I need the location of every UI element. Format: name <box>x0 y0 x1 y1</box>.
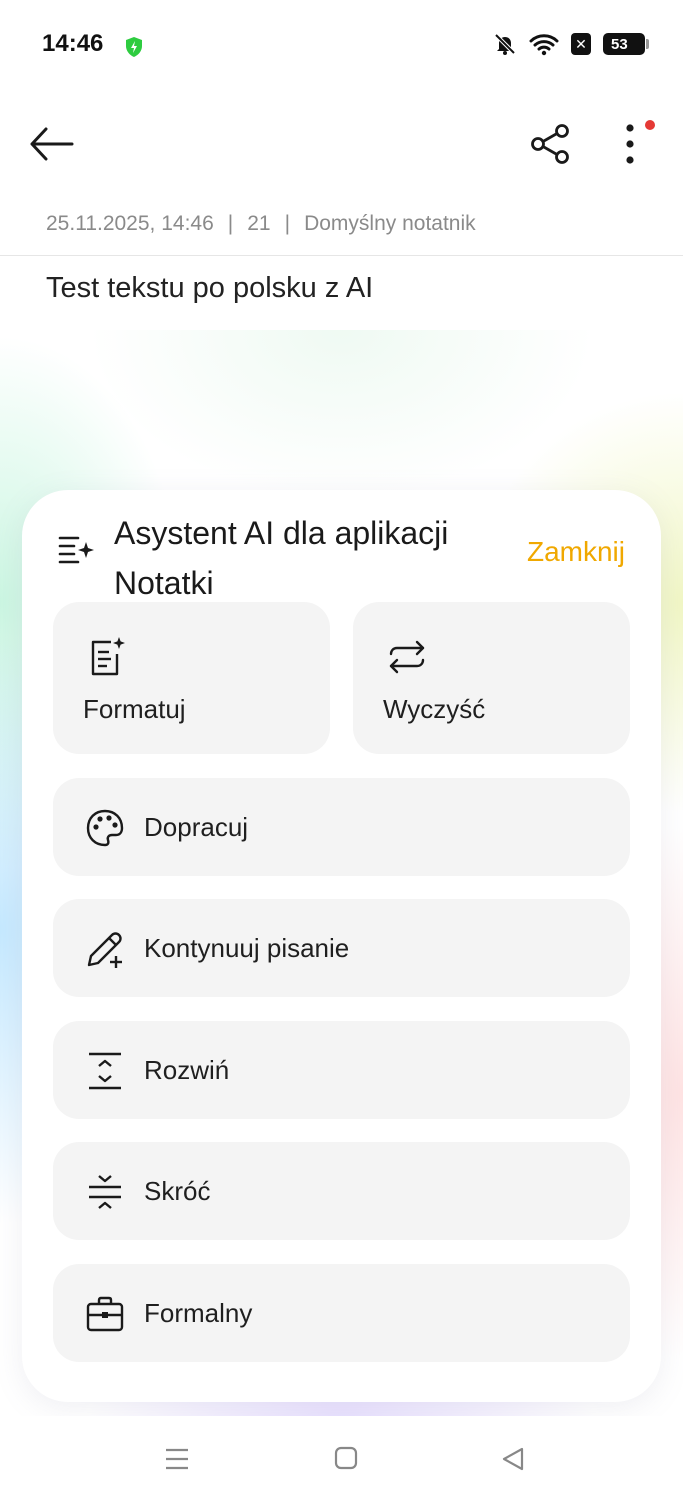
pencil-plus-icon <box>87 932 122 968</box>
palette-icon <box>86 809 124 847</box>
note-toolbar <box>0 110 683 180</box>
back-arrow-icon <box>30 127 74 161</box>
shorten-icon <box>89 1175 121 1209</box>
expand-action[interactable]: Rozwiń <box>53 1021 630 1119</box>
ai-assistant-icon <box>58 536 94 564</box>
status-icons: ✕ 53 <box>493 32 649 56</box>
close-button[interactable]: Zamknij <box>527 536 625 568</box>
refine-label: Dopracuj <box>144 812 249 842</box>
panel-header: Asystent AI dla aplikacji Notatki Zamkni… <box>22 490 661 601</box>
continue-writing-action[interactable]: Kontynuuj pisanie <box>53 899 630 997</box>
continue-writing-label: Kontynuuj pisanie <box>144 933 350 963</box>
ai-assistant-panel: Asystent AI dla aplikacji Notatki Zamkni… <box>22 490 661 1402</box>
back-triangle-icon[interactable] <box>500 1446 526 1472</box>
note-date: 25.11.2025, 14:46 <box>46 212 214 235</box>
share-icon <box>531 124 569 164</box>
divider <box>0 255 683 256</box>
share-button[interactable] <box>528 122 572 166</box>
clean-swap-icon <box>389 640 425 674</box>
battery-icon: 53 <box>603 33 649 55</box>
meta-separator: | <box>284 212 291 235</box>
notification-dot <box>645 120 655 130</box>
bell-off-icon <box>494 33 516 55</box>
status-bar: 14:46 ✕ 53 <box>0 0 683 90</box>
clean-label: Wyczyść <box>383 694 486 724</box>
format-label: Formatuj <box>83 694 186 724</box>
system-navigation-bar <box>0 1416 683 1500</box>
meta-separator: | <box>227 212 234 235</box>
close-box-icon: ✕ <box>571 33 591 55</box>
back-button[interactable] <box>28 122 78 166</box>
formal-action[interactable]: Formalny <box>53 1264 630 1362</box>
format-document-icon <box>91 637 125 676</box>
note-notebook[interactable]: Domyślny notatnik <box>304 212 476 236</box>
clean-tile[interactable]: Wyczyść <box>353 602 630 754</box>
format-tile[interactable]: Formatuj <box>53 602 330 754</box>
wifi-icon <box>529 34 559 56</box>
note-meta: 25.11.2025, 14:46 | 21 | Domyślny notatn… <box>46 212 476 236</box>
shorten-action[interactable]: Skróć <box>53 1142 630 1240</box>
status-time: 14:46 <box>42 30 104 57</box>
more-options-button[interactable] <box>612 120 648 168</box>
refine-action[interactable]: Dopracuj <box>53 778 630 876</box>
panel-title: Asystent AI dla aplikacji Notatki <box>114 515 449 601</box>
shield-check-icon <box>126 37 142 57</box>
menu-icon[interactable] <box>164 1446 190 1472</box>
briefcase-icon <box>86 1296 124 1332</box>
note-body[interactable]: Test tekstu po polsku z AI <box>46 272 373 305</box>
shorten-label: Skróć <box>144 1176 211 1206</box>
home-square-icon[interactable] <box>334 1446 358 1470</box>
more-vertical-icon <box>626 124 634 164</box>
note-char-count: 21 <box>247 212 271 235</box>
expand-label: Rozwiń <box>144 1055 230 1085</box>
formal-label: Formalny <box>144 1298 253 1328</box>
expand-icon <box>89 1052 121 1090</box>
battery-level: 53 <box>611 35 628 53</box>
